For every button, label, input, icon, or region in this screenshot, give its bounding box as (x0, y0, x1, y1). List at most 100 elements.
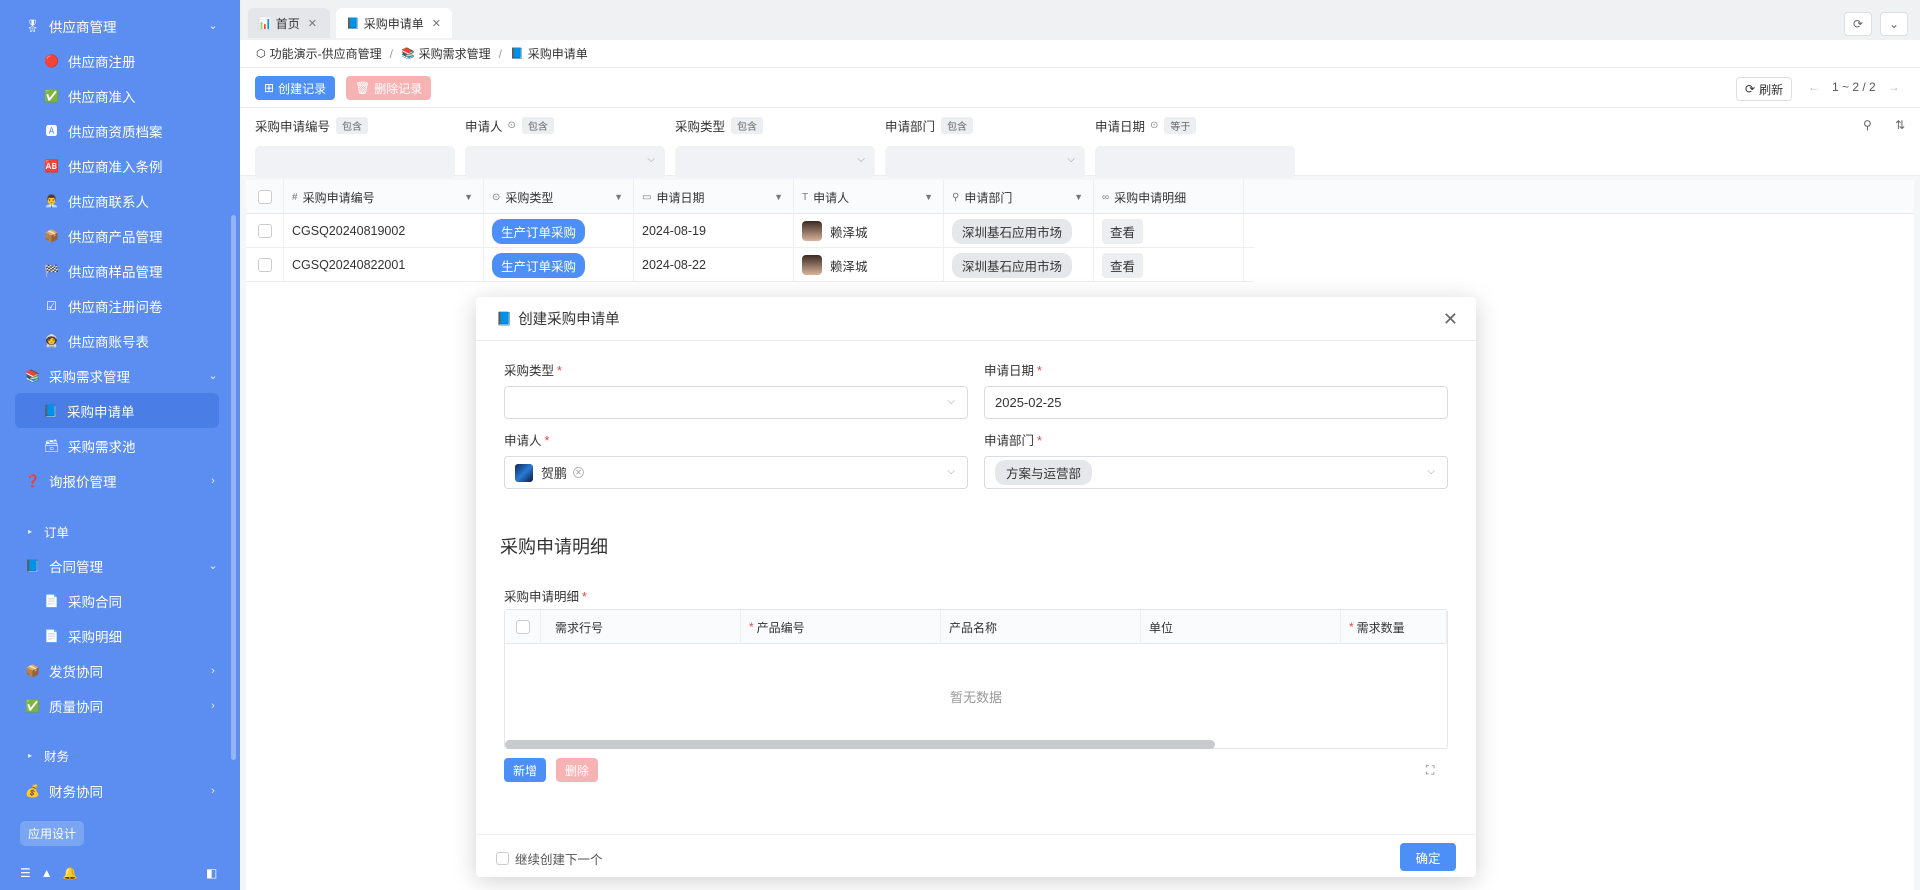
sidebar-item[interactable]: 🔴 供应商注册 (0, 43, 230, 78)
applicant-field: 申请人 * 贺鹏 ✕ ⌵ (504, 430, 968, 489)
column-header[interactable]: T 申请人 ▼ (794, 180, 944, 214)
row-checkbox[interactable] (257, 224, 272, 238)
create-record-button[interactable]: ⊞ 创建记录 (255, 76, 336, 100)
collapse-sidebar-icon[interactable]: ◧ (206, 866, 217, 880)
sidebar-item[interactable]: 📦 供应商产品管理 (0, 218, 230, 253)
refresh-button[interactable]: ⟳ 刷新 (1736, 77, 1793, 101)
filter-op[interactable]: 等于 (1164, 116, 1197, 134)
fullscreen-icon[interactable]: ⛶ (1426, 763, 1434, 778)
column-header[interactable]: # 采购申请编号 ▼ (284, 180, 484, 214)
sidebar-item[interactable]: 📚 采购需求管理 ⌄ (0, 358, 230, 393)
arrow-left-icon[interactable]: ← (1808, 80, 1820, 94)
select-all-checkbox[interactable] (515, 620, 530, 634)
sidebar-item[interactable]: 📄 采购合同 (0, 583, 230, 618)
chevron-right-icon[interactable]: › (206, 700, 220, 712)
chevron-right-icon[interactable]: › (206, 665, 220, 677)
section-title: 采购申请明细 (500, 537, 608, 557)
cell-date: 2024-08-22 (634, 248, 794, 282)
clear-circle-icon[interactable]: ⊙ (1150, 120, 1158, 131)
caret-down-icon[interactable]: ▼ (614, 192, 623, 202)
sidebar-item[interactable]: 📘 合同管理 ⌄ (0, 548, 230, 583)
chevron-down-icon[interactable]: ⌄ (206, 369, 220, 382)
sidebar-group[interactable]: ▸ 财务 (28, 743, 69, 767)
warning-icon[interactable]: ▲ (41, 866, 53, 880)
chevron-down-icon[interactable]: ⌄ (206, 559, 220, 572)
sidebar-item[interactable]: 💰 财务协同 › (0, 773, 230, 808)
department-select[interactable]: 方案与运营部 ⌵ (984, 456, 1448, 489)
close-icon[interactable]: ✕ (432, 17, 441, 30)
applicant-select[interactable]: 贺鹏 ✕ ⌵ (504, 456, 968, 489)
filter-op[interactable]: 包含 (521, 116, 554, 134)
sidebar-item[interactable]: 🧑‍🚀 供应商账号表 (0, 323, 230, 358)
close-icon[interactable]: ✕ (1443, 309, 1458, 330)
pager-text: 1 ~ 2 / 2 (1832, 80, 1876, 94)
table-row[interactable]: CGSQ20240819002 生产订单采购 2024-08-19 赖泽城 深圳… (246, 214, 1254, 248)
breadcrumb-item[interactable]: 采购需求管理 (419, 45, 491, 62)
delete-row-button[interactable]: 删除 (556, 758, 599, 782)
filter-op[interactable]: 包含 (731, 116, 764, 134)
reload-icon[interactable]: ⟳ (1844, 12, 1872, 36)
breadcrumb-item[interactable]: 功能演示-供应商管理 (270, 45, 382, 62)
delete-record-button[interactable]: 🗑 删除记录 (346, 76, 432, 100)
sidebar-item[interactable]: 🎖 供应商管理 ⌄ (0, 8, 230, 43)
sidebar-item[interactable]: 📦 发货协同 › (0, 653, 230, 688)
caret-down-icon[interactable]: ▼ (464, 192, 473, 202)
select-all-checkbox[interactable] (257, 190, 272, 204)
horizontal-scrollbar[interactable] (505, 740, 1215, 749)
sidebar-item[interactable]: 📄 采购明细 (0, 618, 230, 653)
add-row-button[interactable]: 新增 (504, 758, 547, 782)
filter-icon[interactable]: ⚲ (1863, 118, 1872, 132)
column-header[interactable]: ⚲ 申请部门 ▼ (944, 180, 1094, 214)
continue-checkbox[interactable] (496, 852, 509, 865)
caret-down-icon[interactable]: ▼ (774, 192, 783, 202)
sidebar-item[interactable]: 📘 采购申请单 (15, 393, 219, 428)
purchase-type-select[interactable]: ⌵ (504, 386, 968, 419)
sidebar-group[interactable]: ▸ 订单 (28, 519, 69, 543)
filter-bar: 采购申请编号 包含 申请人 ⊙ 包含 ⌵ 采购类型 包含 ⌵ 申请部门 包含 ⌵ 申请日期… (240, 108, 1920, 178)
filter-op[interactable]: 包含 (941, 116, 974, 134)
filter-select[interactable]: ⌵ (675, 146, 875, 178)
tab-purchase-request[interactable]: 📘 采购申请单 ✕ (336, 8, 452, 38)
sidebar-item[interactable]: 👨‍💼 供应商联系人 (0, 183, 230, 218)
chevron-right-icon[interactable]: › (206, 785, 220, 797)
filter-select[interactable]: ⌵ (465, 146, 665, 178)
sidebar-item[interactable]: ☑ 供应商注册问卷 (0, 288, 230, 323)
clear-circle-icon[interactable]: ⊙ (508, 120, 516, 131)
sidebar-item[interactable]: 🗃 采购需求池 (0, 428, 230, 463)
filter-input[interactable] (255, 146, 455, 178)
sort-icon[interactable]: ⇅ (1895, 118, 1905, 132)
column-header[interactable]: ∞ 采购申请明细 (1094, 180, 1244, 214)
caret-down-icon[interactable]: ▼ (924, 192, 933, 202)
chevron-right-icon[interactable]: › (206, 475, 220, 487)
sidebar-item-label: 合同管理 (49, 559, 103, 575)
apply-date-input[interactable]: 2025-02-25 (984, 386, 1448, 419)
sidebar-item[interactable]: 🏁 供应商样品管理 (0, 253, 230, 288)
sidebar-scrollbar[interactable] (231, 215, 236, 760)
filter-select[interactable]: ⌵ (885, 146, 1085, 178)
sidebar-item[interactable]: 🆎 供应商准入条例 (0, 148, 230, 183)
column-header[interactable]: ⊙ 采购类型 ▼ (484, 180, 634, 214)
arrow-right-icon[interactable]: → (1888, 80, 1900, 94)
sidebar-item[interactable]: ✅ 质量协同 › (0, 688, 230, 723)
continue-create[interactable]: 继续创建下一个 (496, 849, 603, 868)
chevron-down-icon[interactable]: ⌄ (206, 19, 220, 32)
tab-home[interactable]: 📊 首页 ✕ (248, 8, 330, 38)
sidebar-item[interactable]: ✅ 供应商准入 (0, 78, 230, 113)
table-row[interactable]: CGSQ20240822001 生产订单采购 2024-08-22 赖泽城 深圳… (246, 248, 1254, 282)
bell-icon[interactable]: 🔔 (63, 866, 78, 880)
filter-input[interactable] (1095, 146, 1295, 178)
view-button[interactable]: 查看 (1102, 218, 1144, 244)
filter-op[interactable]: 包含 (336, 116, 369, 134)
caret-down-icon[interactable]: ▼ (1074, 192, 1083, 202)
close-icon[interactable]: ✕ (308, 17, 317, 30)
chevron-down-icon[interactable]: ⌄ (1880, 12, 1908, 36)
sidebar-item[interactable]: 🅰 供应商资质档案 (0, 113, 230, 148)
view-button[interactable]: 查看 (1102, 252, 1144, 278)
row-checkbox[interactable] (257, 258, 272, 272)
column-header[interactable]: ▭ 申请日期 ▼ (634, 180, 794, 214)
clear-icon[interactable]: ✕ (573, 467, 585, 478)
sidebar-item[interactable]: ❓ 询报价管理 › (0, 463, 230, 498)
menu-icon[interactable]: ☰ (20, 866, 31, 880)
confirm-button[interactable]: 确定 (1400, 843, 1456, 871)
app-design-button[interactable]: 应用设计 (20, 821, 85, 846)
